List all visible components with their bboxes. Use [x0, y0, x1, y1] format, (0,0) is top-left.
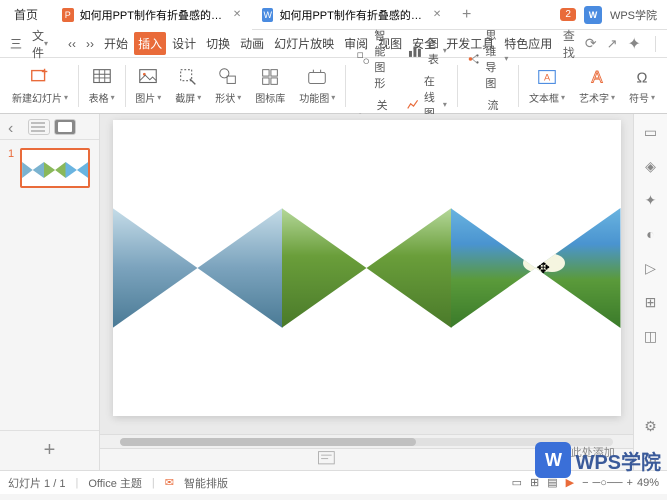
- titlebar: 首页 P 如何用PPT制作有折叠感的图片.pptx ✕ W 如何用PPT制作有折…: [0, 0, 667, 30]
- tab-file-pptx[interactable]: P 如何用PPT制作有折叠感的图片.pptx ✕: [52, 0, 252, 30]
- zoom-out-icon[interactable]: −: [582, 477, 588, 489]
- mail-icon[interactable]: ✉: [165, 476, 174, 489]
- tool-chart[interactable]: 图表▾: [404, 33, 449, 69]
- canvas-area: ✥ 单击此处添加备注: [100, 114, 633, 470]
- mindmap-icon: [467, 52, 481, 66]
- rail-animate-icon[interactable]: ✦: [641, 190, 661, 210]
- watermark: W WPS学院: [535, 442, 661, 478]
- thumbnail-view-icon[interactable]: [54, 119, 76, 135]
- onlinechart-icon: [406, 98, 420, 112]
- tab-home[interactable]: 首页: [0, 0, 52, 30]
- smartshape-icon: [356, 51, 370, 65]
- tool-textbox[interactable]: A 文本框▾: [523, 60, 571, 111]
- tool-shape[interactable]: 形状▾: [209, 60, 247, 111]
- nav-next-icon[interactable]: ››: [82, 30, 98, 57]
- tab-label: 如何用PPT制作有折叠感的图片.docx: [279, 7, 426, 23]
- tool-screenshot[interactable]: 截屏▾: [169, 60, 207, 111]
- menu-insert[interactable]: 插入: [134, 32, 166, 55]
- message-badge[interactable]: 2: [560, 8, 576, 21]
- image-segment-2[interactable]: [282, 208, 452, 328]
- slide-counter: 幻灯片 1 / 1: [8, 475, 65, 491]
- tab-label: 如何用PPT制作有折叠感的图片.pptx: [80, 7, 227, 23]
- doc-icon: W: [262, 8, 273, 22]
- tool-symbol[interactable]: Ω 符号▾: [623, 60, 661, 111]
- rail-template-icon[interactable]: ⊞: [641, 292, 661, 312]
- rail-resource-icon[interactable]: ◫: [641, 326, 661, 346]
- menu-design[interactable]: 设计: [168, 32, 200, 55]
- chart-icon: [406, 42, 424, 60]
- search-icon: [558, 43, 559, 44]
- view-normal-icon[interactable]: ▭: [512, 476, 522, 489]
- wps-watermark-icon: W: [535, 442, 571, 478]
- nav-prev-icon[interactable]: ‹‹: [64, 30, 80, 57]
- share-icon[interactable]: ↗: [607, 36, 618, 52]
- rail-style-icon[interactable]: ◈: [641, 156, 661, 176]
- rail-effect-icon[interactable]: ◐: [641, 224, 661, 244]
- zoom-control[interactable]: − ─○── + 49%: [582, 477, 659, 489]
- zoom-in-icon[interactable]: +: [627, 477, 633, 489]
- notes-icon: [110, 449, 543, 470]
- tool-mindmap[interactable]: 思维导图▾: [465, 25, 510, 93]
- cloud-shape: [529, 250, 559, 272]
- close-icon[interactable]: ✕: [432, 9, 442, 21]
- menu-start[interactable]: 开始: [100, 32, 132, 55]
- svg-text:Ω: Ω: [637, 71, 648, 87]
- zoom-value[interactable]: 49%: [637, 477, 659, 489]
- tool-image[interactable]: 图片▾: [129, 60, 167, 111]
- tool-funcimg[interactable]: 功能图▾: [293, 60, 341, 111]
- collapse-icon[interactable]: ‹: [8, 120, 22, 134]
- svg-text:A: A: [544, 73, 551, 83]
- folded-image-group[interactable]: ✥: [113, 208, 621, 328]
- menu-slideshow[interactable]: 幻灯片放映: [270, 32, 338, 55]
- image-segment-3[interactable]: ✥: [451, 208, 621, 328]
- tool-smartshape[interactable]: 智能图形: [354, 25, 394, 93]
- ppt-icon: P: [62, 8, 74, 22]
- tool-table[interactable]: 表格▾: [83, 60, 121, 111]
- slide-number: 1: [8, 148, 14, 160]
- toolbar: 新建幻灯片▾ 表格▾ 图片▾ 截屏▾ 形状▾ 图标库 功能图▾ 智能图形 关系图: [0, 58, 667, 114]
- outline-view-icon[interactable]: [28, 119, 50, 135]
- rail-play-icon[interactable]: ▷: [641, 258, 661, 278]
- wps-watermark-text: WPS学院: [575, 446, 661, 475]
- search-button[interactable]: 查找: [558, 27, 575, 61]
- menu-transition[interactable]: 切换: [202, 32, 234, 55]
- smart-layout[interactable]: 智能排版: [184, 475, 228, 491]
- file-menu[interactable]: 文件▾: [28, 30, 52, 57]
- tool-new-slide[interactable]: 新建幻灯片▾: [6, 60, 74, 111]
- rail-select-icon[interactable]: ▭: [641, 122, 661, 142]
- add-tab-button[interactable]: +: [452, 6, 481, 24]
- close-icon[interactable]: ✕: [232, 9, 242, 21]
- image-segment-1[interactable]: [113, 208, 283, 328]
- add-slide-button[interactable]: +: [0, 430, 99, 470]
- menu-hamburger-icon[interactable]: 三: [6, 30, 26, 57]
- svg-text:A: A: [591, 69, 602, 87]
- wps-logo-icon[interactable]: W: [584, 6, 602, 24]
- workspace: ‹ 1 + ✥: [0, 114, 667, 470]
- menu-animation[interactable]: 动画: [236, 32, 268, 55]
- tool-iconlib[interactable]: 图标库: [249, 60, 291, 111]
- slide-thumbnail-1[interactable]: 1: [8, 148, 91, 188]
- slide-panel: ‹ 1 +: [0, 114, 100, 470]
- theme-label[interactable]: Office 主题: [88, 475, 142, 491]
- right-rail: ▭ ◈ ✦ ◐ ▷ ⊞ ◫ ⚙ ⋯: [633, 114, 667, 470]
- scrollbar-thumb[interactable]: [120, 438, 416, 446]
- rail-tools-icon[interactable]: ⚙: [641, 416, 661, 436]
- cloud-sync-icon[interactable]: ⟳: [585, 35, 597, 52]
- wps-academy-label: WPS学院: [610, 7, 657, 23]
- menubar: 三 文件▾ ‹‹ ›› 开始 插入 设计 切换 动画 幻灯片放映 审阅 视图 安…: [0, 30, 667, 58]
- tool-wordart[interactable]: A 艺术字▾: [573, 60, 621, 111]
- sparkle-icon[interactable]: ✦: [627, 34, 640, 54]
- slide-canvas[interactable]: ✥: [113, 120, 621, 416]
